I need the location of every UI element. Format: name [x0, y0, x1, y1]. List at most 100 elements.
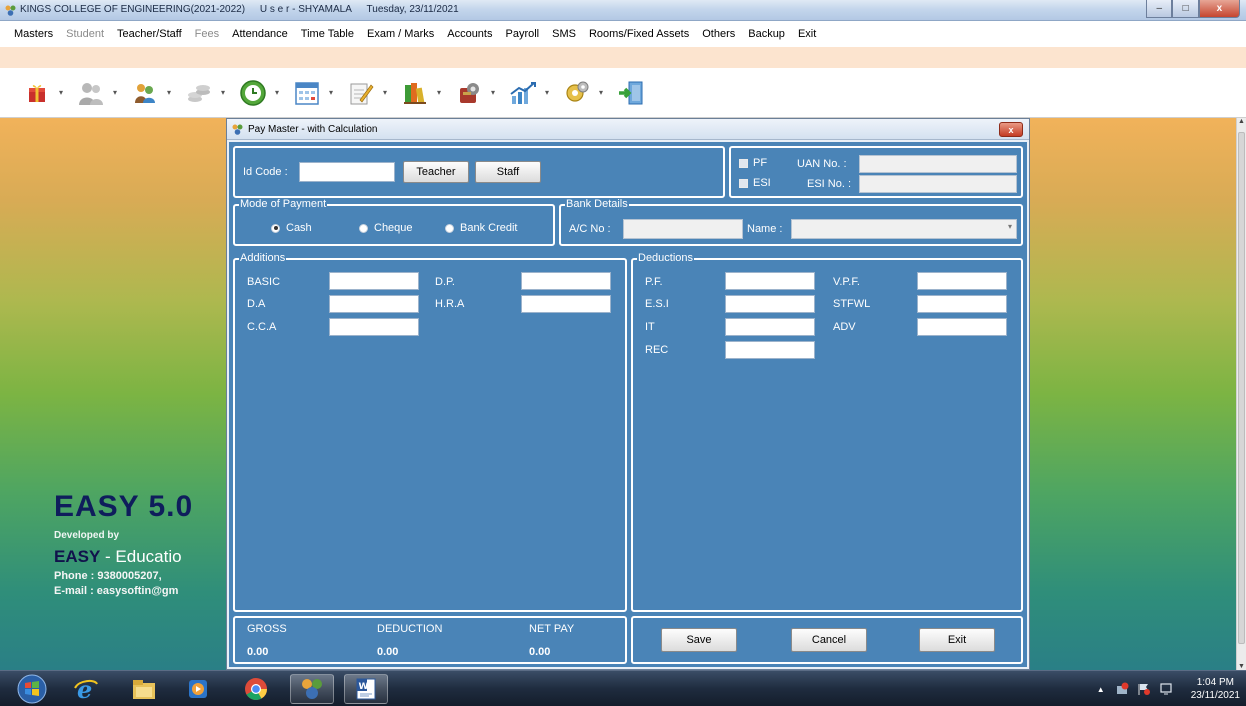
taskbar-explorer[interactable] — [122, 674, 166, 704]
action-center-flag-icon[interactable] — [1137, 682, 1151, 696]
menu-backup[interactable]: Backup — [748, 28, 785, 40]
toolbar-notes-button[interactable]: ▾ — [344, 76, 390, 110]
it-input[interactable] — [725, 318, 815, 336]
pf-deduction-input[interactable] — [725, 272, 815, 290]
menu-others[interactable]: Others — [702, 28, 735, 40]
esi-checkbox[interactable]: ESI — [739, 177, 771, 189]
minimize-button[interactable]: – — [1146, 0, 1173, 18]
rec-input[interactable] — [725, 341, 815, 359]
menu-bar: Masters Student Teacher/Staff Fees Atten… — [0, 21, 1246, 47]
taskbar-ie[interactable]: e — [64, 674, 108, 704]
app-logo-icon — [5, 5, 16, 16]
toolbar-users-button[interactable]: ▾ — [74, 76, 120, 110]
id-code-input[interactable] — [299, 162, 395, 182]
menu-masters[interactable]: Masters — [14, 28, 53, 40]
scroll-down-icon[interactable]: ▼ — [1238, 663, 1245, 670]
esi-no-input[interactable] — [859, 175, 1017, 193]
adv-label: ADV — [833, 321, 856, 333]
close-window-button[interactable]: x — [1198, 0, 1240, 18]
toolbar-exit-button[interactable] — [614, 76, 648, 110]
staff-button[interactable]: Staff — [475, 161, 541, 183]
start-button[interactable] — [12, 674, 52, 704]
bank-name-select[interactable]: ▾ — [791, 219, 1017, 239]
app-title-bar: KINGS COLLEGE OF ENGINEERING(2021-2022) … — [0, 0, 1246, 21]
dp-input[interactable] — [521, 272, 611, 290]
menu-student[interactable]: Student — [66, 28, 104, 40]
taskbar-word[interactable]: W — [344, 674, 388, 704]
cheque-label: Cheque — [374, 222, 413, 234]
toolbar-coins-button[interactable]: ▾ — [182, 76, 228, 110]
exit-button[interactable]: Exit — [919, 628, 995, 652]
uan-input[interactable] — [859, 155, 1017, 173]
scrollbar-thumb[interactable] — [1238, 132, 1245, 644]
name-label: Name : — [747, 223, 783, 235]
toolbar-books-button[interactable]: ▾ — [398, 76, 444, 110]
system-tray: ▲ 1:04 PM 23/11/2021 — [1097, 675, 1240, 703]
taskbar-clock[interactable]: 1:04 PM 23/11/2021 — [1191, 676, 1240, 702]
cca-input[interactable] — [329, 318, 419, 336]
hra-input[interactable] — [521, 295, 611, 313]
menu-sms[interactable]: SMS — [552, 28, 576, 40]
bank-details-legend: Bank Details — [565, 198, 629, 210]
exit-door-icon — [619, 81, 643, 104]
gift-icon — [29, 84, 45, 102]
deductions-legend: Deductions — [637, 252, 695, 264]
da-label: D.A — [247, 298, 266, 310]
menu-attendance[interactable]: Attendance — [232, 28, 288, 40]
windows-taskbar: e W ▲ 1:04 PM 23/11/2021 — [0, 670, 1246, 706]
current-user: U s e r - SHYAMALA — [259, 4, 352, 15]
easy-app-icon — [302, 679, 322, 699]
teacher-button[interactable]: Teacher — [403, 161, 469, 183]
menu-accounts[interactable]: Accounts — [447, 28, 492, 40]
network-warning-icon[interactable] — [1115, 682, 1129, 696]
dropdown-arrow-icon: ▾ — [328, 88, 333, 97]
cheque-radio[interactable]: Cheque — [359, 222, 413, 234]
dialog-title-bar: Pay Master - with Calculation x — [227, 119, 1029, 140]
bank-credit-label: Bank Credit — [460, 222, 518, 234]
vpf-input[interactable] — [917, 272, 1007, 290]
menu-fees[interactable]: Fees — [195, 28, 219, 40]
menu-payroll[interactable]: Payroll — [505, 28, 539, 40]
taskbar-media-player[interactable] — [176, 674, 220, 704]
toolbar-gift-button[interactable]: ▾ — [20, 76, 66, 110]
adv-input[interactable] — [917, 318, 1007, 336]
additions-group: Additions BASIC D.A C.C.A D.P. H.R.A — [233, 252, 627, 612]
scroll-up-icon[interactable]: ▲ — [1238, 118, 1245, 125]
toolbar-settings-button[interactable]: ▾ — [452, 76, 498, 110]
dropdown-arrow-icon: ▾ — [274, 88, 279, 97]
cancel-button[interactable]: Cancel — [791, 628, 867, 652]
menu-exit[interactable]: Exit — [798, 28, 816, 40]
maximize-button[interactable]: □ — [1172, 0, 1199, 18]
toolbar-clock-button[interactable]: ▾ — [236, 76, 282, 110]
bank-credit-radio[interactable]: Bank Credit — [445, 222, 517, 234]
pf-checkbox[interactable]: PF — [739, 157, 767, 169]
cash-radio[interactable]: Cash — [271, 222, 312, 234]
menu-exam-marks[interactable]: Exam / Marks — [367, 28, 434, 40]
toolbar-chart-button[interactable]: ▾ — [506, 76, 552, 110]
display-icon[interactable] — [1159, 682, 1173, 696]
toolbar-calendar-button[interactable]: ▾ — [290, 76, 336, 110]
vertical-scrollbar[interactable]: ▲ ▼ — [1236, 118, 1246, 670]
dropdown-arrow-icon: ▾ — [490, 88, 495, 97]
menu-teacher-staff[interactable]: Teacher/Staff — [117, 28, 182, 40]
toolbar-teacher-button[interactable]: ▾ — [128, 76, 174, 110]
da-input[interactable] — [329, 295, 419, 313]
esi-deduction-input[interactable] — [725, 295, 815, 313]
gear-bag-icon — [460, 82, 479, 103]
save-button[interactable]: Save — [661, 628, 737, 652]
brand-title: EASY 5.0 — [54, 490, 194, 523]
ac-no-input[interactable] — [623, 219, 743, 239]
totals-panel: GROSS DEDUCTION NET PAY 0.00 0.00 0.00 — [233, 616, 627, 664]
menu-time-table[interactable]: Time Table — [301, 28, 354, 40]
stfwl-input[interactable] — [917, 295, 1007, 313]
menu-rooms-fixed-assets[interactable]: Rooms/Fixed Assets — [589, 28, 689, 40]
toolbar-tools-button[interactable]: ▾ — [560, 76, 606, 110]
taskbar-chrome[interactable] — [234, 674, 278, 704]
current-date: Tuesday, 23/11/2021 — [366, 4, 459, 15]
taskbar-easy-app[interactable] — [290, 674, 334, 704]
dialog-close-button[interactable]: x — [999, 122, 1023, 137]
dropdown-arrow-icon: ▾ — [382, 88, 387, 97]
company-name-bold: EASY — [54, 547, 101, 566]
basic-input[interactable] — [329, 272, 419, 290]
show-hidden-icons-icon[interactable]: ▲ — [1097, 685, 1105, 694]
